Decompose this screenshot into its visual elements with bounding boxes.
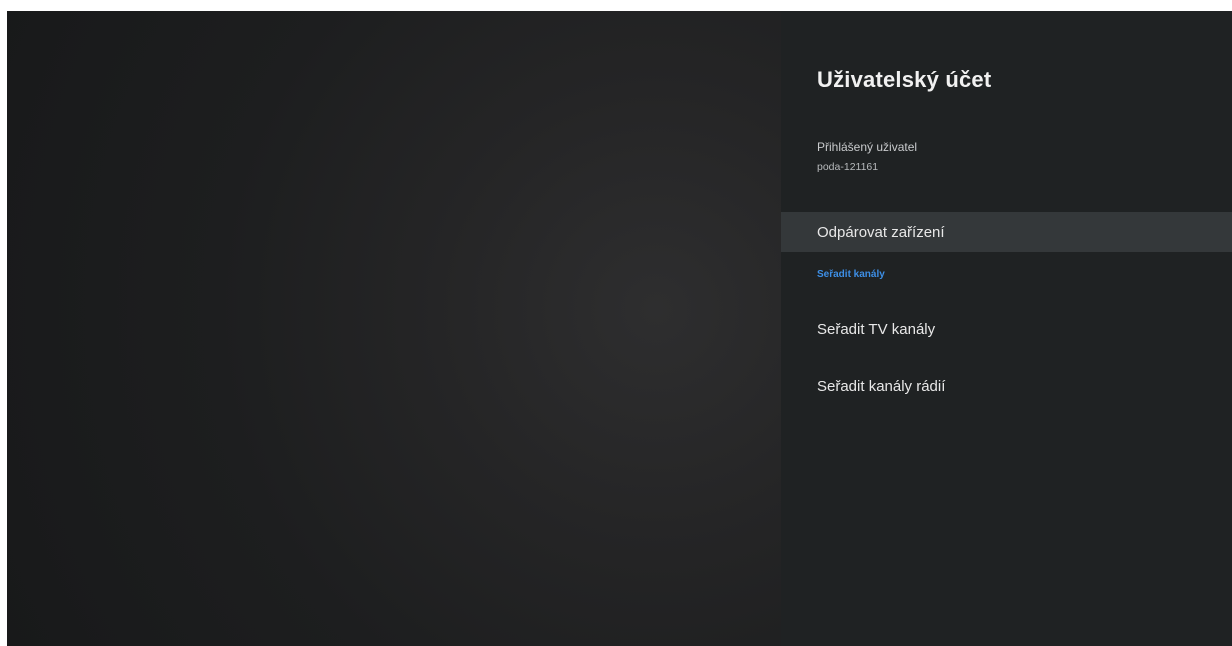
sort-channels-section-header: Seřadit kanály <box>817 269 885 280</box>
panel-title: Uživatelský účet <box>817 67 992 92</box>
sort-radio-channels-menu-item[interactable]: Seřadit kanály rádií <box>781 366 1232 406</box>
unpair-device-menu-item[interactable]: Odpárovat zařízení <box>781 212 1232 252</box>
sort-tv-channels-label: Seřadit TV kanály <box>817 320 936 338</box>
unpair-device-label: Odpárovat zařízení <box>817 223 945 241</box>
sort-radio-channels-label: Seřadit kanály rádií <box>817 377 946 395</box>
sort-tv-channels-menu-item[interactable]: Seřadit TV kanály <box>781 309 1232 349</box>
logged-in-user-value: poda-121161 <box>817 161 879 173</box>
tv-screen: Uživatelský účet Přihlášený uživatel pod… <box>7 11 1232 646</box>
settings-side-panel: Uživatelský účet Přihlášený uživatel pod… <box>781 11 1232 646</box>
logged-in-user-info: Přihlášený uživatel poda-121161 <box>817 139 917 174</box>
logged-in-user-label: Přihlášený uživatel <box>817 140 918 154</box>
